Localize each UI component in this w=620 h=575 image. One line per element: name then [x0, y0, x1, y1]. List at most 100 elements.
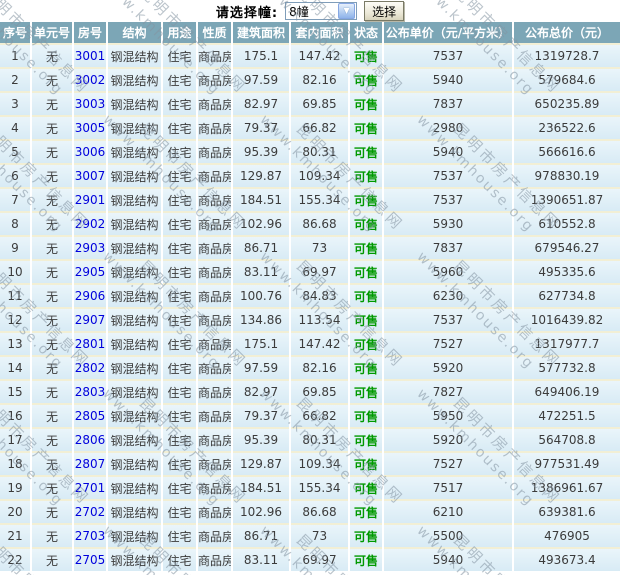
cell-nature: 商品房: [196, 475, 232, 500]
cell-nature: 商品房: [196, 523, 232, 548]
cell-room-number: 3001: [72, 43, 107, 68]
table-row: 21 无 2703 钢混结构 住宅 商品房 86.71 73 可售 5500 476905: [0, 523, 620, 548]
table-row: 11 无 2906 钢混结构 住宅 商品房 100.76 84.83 可售 6230 627734.…: [0, 283, 620, 308]
cell-unit-price: 7537: [382, 163, 513, 188]
room-number-link[interactable]: 2802: [75, 361, 105, 375]
cell-total-price: 493673.4: [512, 547, 620, 571]
room-number-link[interactable]: 2807: [75, 457, 105, 471]
room-number-link[interactable]: 2903: [75, 241, 105, 255]
table-row: 17 无 2806 钢混结构 住宅 商品房 95.39 80.31 可售 5920 564708.8: [0, 427, 620, 452]
cell-unit-price: 7537: [382, 187, 513, 212]
cell-total-price: 476905: [512, 523, 620, 548]
cell-building-area: 102.96: [231, 211, 290, 236]
cell-usage: 住宅: [161, 307, 197, 332]
table-row: 22 无 2705 钢混结构 住宅 商品房 83.11 69.97 可售 5940 493673.4: [0, 547, 620, 571]
room-number-link[interactable]: 2805: [75, 409, 105, 423]
room-number-link[interactable]: 2705: [75, 553, 105, 567]
cell-serial-number: 21: [0, 523, 31, 548]
cell-unit-number: 无: [30, 355, 73, 380]
cell-unit-number: 无: [30, 91, 73, 116]
room-number-link[interactable]: 2906: [75, 289, 105, 303]
room-number-link[interactable]: 2907: [75, 313, 105, 327]
room-number-link[interactable]: 2801: [75, 337, 105, 351]
cell-nature: 商品房: [196, 163, 232, 188]
select-button[interactable]: 选择: [364, 1, 405, 21]
cell-total-price: 650235.89: [512, 91, 620, 116]
cell-serial-number: 16: [0, 403, 31, 428]
cell-inner-area: 155.34: [289, 475, 349, 500]
room-number-link[interactable]: 3007: [75, 169, 105, 183]
cell-nature: 商品房: [196, 259, 232, 284]
column-header: 性质: [196, 22, 232, 44]
cell-inner-area: 147.42: [289, 43, 349, 68]
cell-unit-price: 5930: [382, 211, 513, 236]
table-row: 9 无 2903 钢混结构 住宅 商品房 86.71 73 可售 7837 679546.27: [0, 235, 620, 260]
table-row: 19 无 2701 钢混结构 住宅 商品房 184.51 155.34 可售 7517 138696…: [0, 475, 620, 500]
cell-building-area: 86.71: [231, 235, 290, 260]
cell-unit-price: 7537: [382, 307, 513, 332]
cell-serial-number: 20: [0, 499, 31, 524]
cell-unit-number: 无: [30, 403, 73, 428]
cell-room-number: 3007: [72, 163, 107, 188]
room-number-link[interactable]: 2902: [75, 217, 105, 231]
cell-usage: 住宅: [161, 91, 197, 116]
cell-serial-number: 8: [0, 211, 31, 236]
cell-building-area: 82.97: [231, 91, 290, 116]
cell-structure: 钢混结构: [106, 163, 162, 188]
cell-building-area: 129.87: [231, 451, 290, 476]
cell-total-price: 236522.6: [512, 115, 620, 140]
room-number-link[interactable]: 3003: [75, 97, 105, 111]
cell-serial-number: 5: [0, 139, 31, 164]
cell-unit-number: 无: [30, 427, 73, 452]
cell-inner-area: 113.54: [289, 307, 349, 332]
cell-status: 可售: [348, 427, 383, 452]
column-header: 公布总价（元）: [512, 22, 620, 44]
cell-building-area: 95.39: [231, 427, 290, 452]
cell-room-number: 2705: [72, 547, 107, 571]
cell-structure: 钢混结构: [106, 355, 162, 380]
room-number-link[interactable]: 2905: [75, 265, 105, 279]
cell-building-area: 97.59: [231, 355, 290, 380]
cell-status: 可售: [348, 211, 383, 236]
room-number-link[interactable]: 2803: [75, 385, 105, 399]
room-number-link[interactable]: 2703: [75, 529, 105, 543]
room-number-link[interactable]: 2901: [75, 193, 105, 207]
building-select[interactable]: 8幢 ▼: [285, 2, 358, 20]
cell-structure: 钢混结构: [106, 43, 162, 68]
cell-unit-number: 无: [30, 235, 73, 260]
cell-building-area: 86.71: [231, 523, 290, 548]
cell-total-price: 579684.6: [512, 67, 620, 92]
table-row: 2 无 3002 钢混结构 住宅 商品房 97.59 82.16 可售 5940 579684.6: [0, 67, 620, 92]
room-number-link[interactable]: 3002: [75, 73, 105, 87]
cell-inner-area: 80.31: [289, 139, 349, 164]
cell-building-area: 129.87: [231, 163, 290, 188]
cell-building-area: 83.11: [231, 547, 290, 571]
cell-building-area: 79.37: [231, 403, 290, 428]
column-header: 单元号: [30, 22, 73, 44]
cell-unit-price: 5500: [382, 523, 513, 548]
cell-unit-price: 5920: [382, 355, 513, 380]
room-number-link[interactable]: 2806: [75, 433, 105, 447]
cell-unit-number: 无: [30, 211, 73, 236]
cell-total-price: 1317977.7: [512, 331, 620, 356]
cell-unit-number: 无: [30, 43, 73, 68]
column-header: 房号: [72, 22, 107, 44]
table-row: 20 无 2702 钢混结构 住宅 商品房 102.96 86.68 可售 6210 639381.…: [0, 499, 620, 524]
room-number-link[interactable]: 3001: [75, 49, 105, 63]
cell-unit-price: 5920: [382, 427, 513, 452]
cell-room-number: 3005: [72, 115, 107, 140]
room-number-link[interactable]: 3005: [75, 121, 105, 135]
room-number-link[interactable]: 2702: [75, 505, 105, 519]
cell-inner-area: 66.82: [289, 115, 349, 140]
cell-serial-number: 10: [0, 259, 31, 284]
table-row: 4 无 3005 钢混结构 住宅 商品房 79.37 66.82 可售 2980 236522.6: [0, 115, 620, 140]
cell-unit-price: 5950: [382, 403, 513, 428]
cell-total-price: 566616.6: [512, 139, 620, 164]
cell-status: 可售: [348, 499, 383, 524]
cell-unit-price: 7517: [382, 475, 513, 500]
cell-total-price: 1319728.7: [512, 43, 620, 68]
room-number-link[interactable]: 2701: [75, 481, 105, 495]
room-number-link[interactable]: 3006: [75, 145, 105, 159]
cell-unit-number: 无: [30, 523, 73, 548]
building-select-value: 8幢: [289, 4, 309, 19]
